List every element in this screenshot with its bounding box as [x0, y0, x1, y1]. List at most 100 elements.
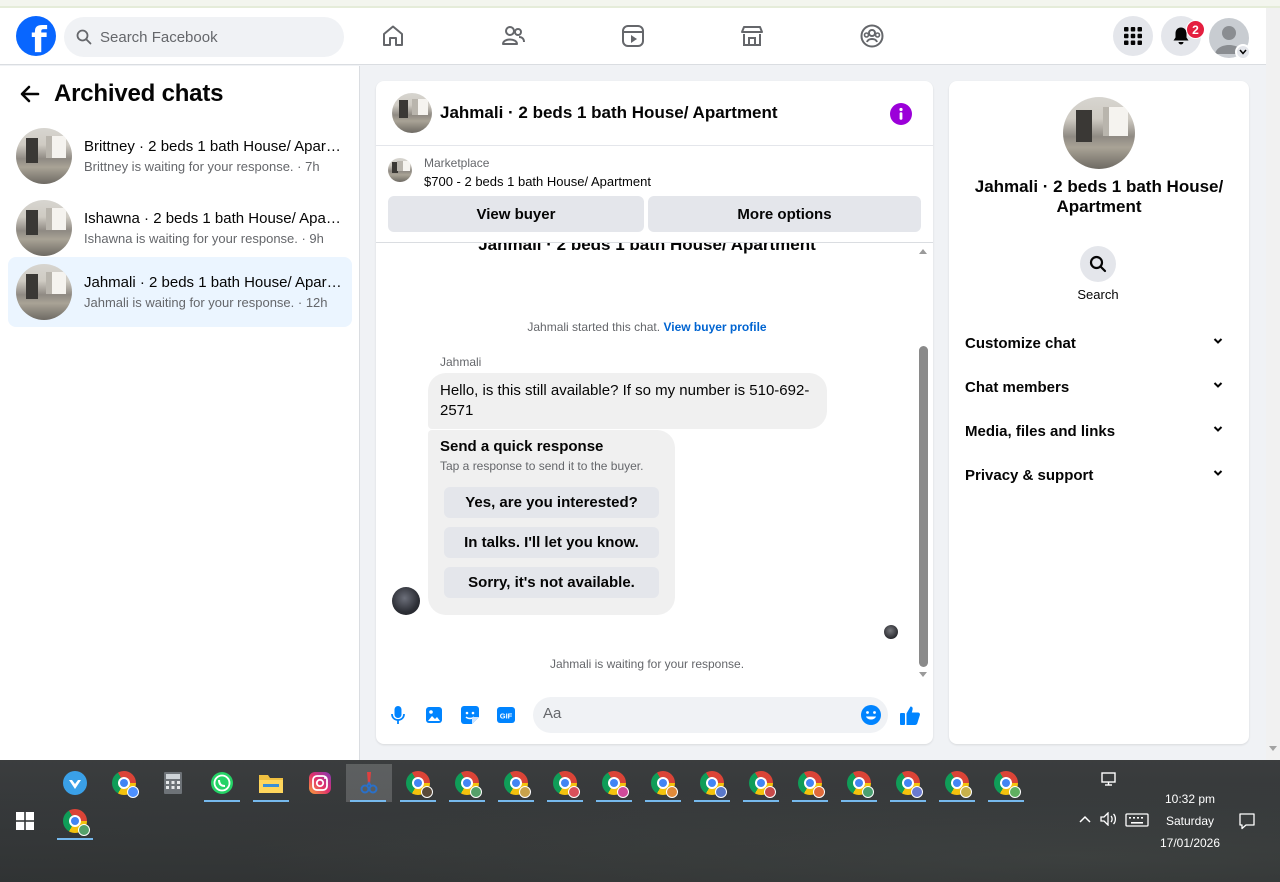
windows-taskbar: 10:32 pm Saturday 17/01/2026: [0, 760, 1280, 882]
clock-time[interactable]: 10:32 pm: [1150, 792, 1230, 806]
taskbar-chrome-profile-10[interactable]: [837, 764, 881, 802]
chat-name: Ishawna · 2 beds 1 bath House/ Apartment: [84, 209, 344, 227]
gif-icon[interactable]: GIF: [494, 703, 518, 727]
message-input[interactable]: [543, 705, 843, 722]
quick-reply-interested[interactable]: Yes, are you interested?: [444, 487, 659, 518]
taskbar-chrome-profile-3[interactable]: [494, 764, 538, 802]
taskbar-app-bluebird[interactable]: [53, 764, 97, 802]
chat-item-ishawna[interactable]: Ishawna · 2 beds 1 bath House/ Apartment…: [8, 193, 352, 263]
emoji-icon[interactable]: [860, 704, 882, 726]
page-scrollbar[interactable]: [1266, 8, 1280, 760]
listing-avatar: [1063, 97, 1135, 169]
facebook-header: f 2: [0, 8, 1266, 65]
section-label: Privacy & support: [965, 466, 1094, 484]
marketplace-banner: Marketplace $700 - 2 beds 1 bath House/ …: [376, 146, 933, 243]
conversation-avatar[interactable]: [392, 93, 432, 133]
conversation-intro-title: Jahmali · 2 beds 1 bath House/ Apartment: [478, 243, 816, 254]
thumbs-up-icon[interactable]: [898, 703, 922, 727]
message-bubble[interactable]: Hello, is this still available? If so my…: [428, 373, 827, 429]
conversation-title[interactable]: Jahmali · 2 beds 1 bath House/ Apartment: [440, 103, 778, 123]
listing-thumbnail: [388, 158, 412, 182]
account-chevron-icon[interactable]: [1235, 44, 1251, 60]
quick-reply-in-talks[interactable]: In talks. I'll let you know.: [444, 527, 659, 558]
taskbar-chrome-profile-9[interactable]: [788, 764, 832, 802]
view-buyer-profile-link[interactable]: View buyer profile: [663, 320, 766, 334]
notification-badge: 2: [1186, 20, 1205, 39]
taskbar-chrome-profile-11[interactable]: [886, 764, 930, 802]
home-icon[interactable]: [379, 22, 407, 50]
chevron-down-icon: [1213, 470, 1223, 476]
taskbar-app-chrome[interactable]: [102, 764, 146, 802]
windows-logo-icon: [16, 812, 34, 830]
marketplace-icon[interactable]: [738, 22, 766, 50]
taskbar-chrome-profile-7[interactable]: [690, 764, 734, 802]
facebook-logo[interactable]: f: [16, 16, 56, 56]
chat-preview: Ishawna is waiting for your response. · …: [84, 230, 324, 246]
chat-members-section[interactable]: Chat members: [957, 365, 1241, 409]
taskbar-app-snipping-tool[interactable]: [346, 764, 392, 802]
more-options-button[interactable]: More options: [648, 196, 921, 232]
scrollbar-thumb[interactable]: [919, 346, 928, 667]
taskbar-app-file-explorer[interactable]: [249, 764, 293, 802]
chevron-down-icon: [1213, 382, 1223, 388]
conversation-panel: Jahmali · 2 beds 1 bath House/ Apartment…: [376, 81, 933, 744]
taskbar-chrome-profile-5[interactable]: [592, 764, 636, 802]
conversation-header: Jahmali · 2 beds 1 bath House/ Apartment: [376, 81, 933, 146]
taskbar-chrome-profile-2[interactable]: [445, 764, 489, 802]
video-icon[interactable]: [619, 22, 647, 50]
network-icon[interactable]: [1101, 772, 1119, 788]
back-button[interactable]: [14, 78, 46, 110]
taskbar-chrome-profile-4[interactable]: [543, 764, 587, 802]
chat-name: Jahmali · 2 beds 1 bath House/ Apartment: [84, 273, 344, 291]
sticker-icon[interactable]: [458, 703, 482, 727]
message-input-box[interactable]: [533, 697, 888, 733]
marketplace-label: Marketplace: [424, 156, 490, 170]
privacy-support-section[interactable]: Privacy & support: [957, 453, 1241, 497]
customize-chat-section[interactable]: Customize chat: [957, 321, 1241, 365]
keyboard-icon[interactable]: [1125, 813, 1149, 827]
taskbar-chrome-profile-8[interactable]: [739, 764, 783, 802]
browser-top-strip: [0, 0, 1280, 8]
clock-day[interactable]: Saturday: [1150, 814, 1230, 828]
scroll-up-arrow[interactable]: [919, 249, 927, 254]
section-label: Chat members: [965, 378, 1070, 396]
taskbar-chrome-profile-1[interactable]: [396, 764, 440, 802]
volume-icon[interactable]: [1100, 812, 1118, 826]
taskbar-pinned-chrome[interactable]: [53, 802, 97, 840]
section-label: Customize chat: [965, 334, 1076, 352]
taskbar-chrome-profile-6[interactable]: [641, 764, 685, 802]
photo-icon[interactable]: [422, 703, 446, 727]
info-icon[interactable]: [890, 103, 912, 125]
taskbar-app-whatsapp[interactable]: [200, 764, 244, 802]
page-title: Archived chats: [54, 80, 224, 107]
chevron-down-icon: [1213, 338, 1223, 344]
chat-details-panel: Jahmali · 2 beds 1 bath House/ Apartment…: [949, 81, 1249, 744]
listing-title[interactable]: $700 - 2 beds 1 bath House/ Apartment: [424, 174, 651, 189]
search-box[interactable]: [64, 17, 344, 57]
quick-reply-not-available[interactable]: Sorry, it's not available.: [444, 567, 659, 598]
clock-date[interactable]: 17/01/2026: [1150, 836, 1230, 850]
scroll-down-arrow[interactable]: [919, 672, 927, 677]
microphone-icon[interactable]: [386, 703, 410, 727]
view-buyer-button[interactable]: View buyer: [388, 196, 644, 232]
message-list: Jahmali · 2 beds 1 bath House/ Apartment…: [376, 243, 933, 683]
taskbar-app-calculator[interactable]: [151, 764, 195, 802]
windows-start-button[interactable]: [8, 804, 42, 838]
quick-response-title: Send a quick response: [440, 438, 604, 455]
taskbar-chrome-profile-12[interactable]: [935, 764, 979, 802]
search-input[interactable]: [100, 28, 320, 46]
taskbar-app-instagram[interactable]: [298, 764, 342, 802]
taskbar-chrome-profile-13[interactable]: [984, 764, 1028, 802]
menu-grid-button[interactable]: [1113, 16, 1153, 56]
chat-item-jahmali[interactable]: Jahmali · 2 beds 1 bath House/ Apartment…: [8, 257, 352, 327]
chat-item-brittney[interactable]: Brittney · 2 beds 1 bath House/ Apartmen…: [8, 121, 352, 191]
sender-avatar[interactable]: [392, 587, 420, 615]
chevron-up-icon[interactable]: [1078, 814, 1092, 824]
media-files-links-section[interactable]: Media, files and links: [957, 409, 1241, 453]
friends-icon[interactable]: [499, 22, 527, 50]
chat-started-notice: Jahmali started this chat. View buyer pr…: [376, 320, 918, 334]
action-center-icon[interactable]: [1238, 812, 1256, 830]
arrow-left-icon: [20, 85, 40, 103]
search-in-chat-button[interactable]: [1080, 246, 1116, 282]
groups-icon[interactable]: [858, 22, 886, 50]
